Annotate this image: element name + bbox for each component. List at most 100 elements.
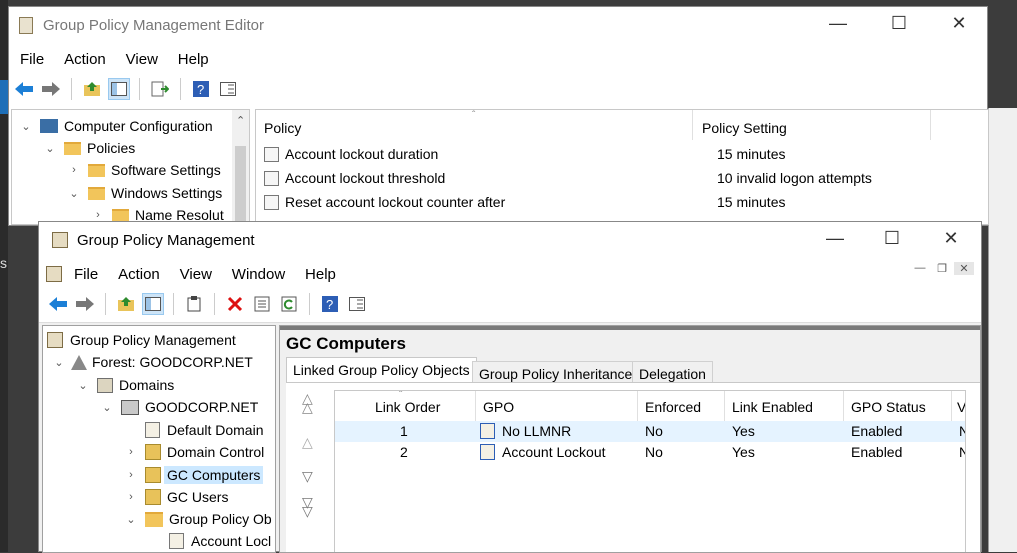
minimize-button[interactable]: — bbox=[815, 13, 861, 34]
gpme-tree-pane[interactable]: ⌄ Computer Configuration ⌄ Policies › So… bbox=[11, 109, 250, 225]
help-icon[interactable]: ? bbox=[319, 293, 341, 315]
move-bottom-icon[interactable]: ▽ ▽ bbox=[302, 495, 313, 518]
tree-item-label: Computer Configuration bbox=[64, 118, 213, 134]
tab-linked-gpos[interactable]: Linked Group Policy Objects bbox=[286, 357, 477, 383]
column-header-link-enabled[interactable]: Link Enabled bbox=[732, 399, 813, 415]
list-item[interactable]: Account lockout duration 15 minutes bbox=[264, 146, 974, 162]
background-fragment-text: s bbox=[0, 255, 7, 271]
tree-item-default-domain[interactable]: Default Domain bbox=[123, 422, 264, 438]
close-button[interactable]: ✕ bbox=[928, 228, 974, 249]
ou-icon bbox=[145, 467, 161, 483]
table-row[interactable]: 2 Account Lockout No Yes Enabled N bbox=[335, 442, 965, 463]
show-hide-tree-icon[interactable] bbox=[108, 78, 130, 100]
gpme-menubar: File Action View Help bbox=[20, 51, 225, 68]
mdi-minimize-button[interactable]: — bbox=[910, 262, 930, 275]
up-folder-icon[interactable] bbox=[81, 78, 103, 100]
maximize-button[interactable]: ☐ bbox=[869, 228, 915, 249]
chevron-right-icon[interactable]: › bbox=[123, 446, 139, 458]
minimize-button[interactable]: — bbox=[812, 228, 858, 249]
show-hide-tree-icon[interactable] bbox=[142, 293, 164, 315]
properties-icon[interactable] bbox=[346, 293, 368, 315]
tree-item-gc-users[interactable]: › GC Users bbox=[123, 489, 228, 505]
menu-view[interactable]: View bbox=[126, 51, 158, 68]
chevron-right-icon[interactable]: › bbox=[123, 469, 139, 481]
tree-item-account-lockout[interactable]: Account Locl bbox=[147, 533, 271, 549]
scroll-thumb[interactable] bbox=[235, 146, 246, 224]
tree-item-software-settings[interactable]: › Software Settings bbox=[66, 162, 221, 178]
column-header-policy-setting[interactable]: Policy Setting bbox=[702, 120, 787, 136]
chevron-right-icon[interactable]: › bbox=[90, 209, 106, 221]
menu-action[interactable]: Action bbox=[118, 266, 160, 283]
properties-doc-icon[interactable] bbox=[251, 293, 273, 315]
column-header-enforced[interactable]: Enforced bbox=[645, 399, 701, 415]
chevron-down-icon[interactable]: ⌄ bbox=[75, 379, 91, 392]
forward-arrow-icon[interactable] bbox=[74, 293, 96, 315]
scroll-up-icon[interactable]: ⌃ bbox=[236, 114, 245, 127]
menu-help[interactable]: Help bbox=[178, 51, 209, 68]
move-down-icon[interactable]: ▽ bbox=[302, 468, 313, 485]
gpme-list-pane: ˆ Policy Policy Setting Account lockout … bbox=[255, 109, 989, 225]
tree-item-group-policy-management[interactable]: Group Policy Management bbox=[47, 332, 236, 348]
back-arrow-icon[interactable] bbox=[47, 293, 69, 315]
policy-value: 10 invalid logon attempts bbox=[717, 170, 872, 186]
tree-item-label: Group Policy Ob bbox=[169, 511, 272, 527]
clipboard-icon[interactable] bbox=[183, 293, 205, 315]
mdi-restore-button[interactable]: ❐ bbox=[932, 262, 952, 275]
menu-file[interactable]: File bbox=[20, 51, 44, 68]
mdi-close-button[interactable]: ✕ bbox=[954, 262, 974, 275]
help-icon[interactable]: ? bbox=[190, 78, 212, 100]
tree-item-forest[interactable]: ⌄ Forest: GOODCORP.NET bbox=[51, 354, 252, 370]
tree-item-group-policy-objects[interactable]: ⌄ Group Policy Ob bbox=[123, 511, 272, 527]
export-list-icon[interactable] bbox=[149, 78, 171, 100]
tree-item-gc-computers[interactable]: › GC Computers bbox=[123, 466, 264, 484]
tree-item-domain-controllers[interactable]: › Domain Control bbox=[123, 444, 264, 460]
table-row[interactable]: 1 No LLMNR No Yes Enabled N bbox=[335, 421, 965, 442]
up-folder-icon[interactable] bbox=[115, 293, 137, 315]
delete-icon[interactable] bbox=[224, 293, 246, 315]
tree-scrollbar[interactable]: ⌃ bbox=[232, 110, 249, 224]
column-header-gpo-status[interactable]: GPO Status bbox=[851, 399, 926, 415]
menu-view[interactable]: View bbox=[180, 266, 212, 283]
chevron-down-icon[interactable]: ⌄ bbox=[18, 120, 34, 133]
tree-item-windows-settings[interactable]: ⌄ Windows Settings bbox=[66, 185, 222, 201]
move-up-icon[interactable]: △ bbox=[302, 434, 313, 451]
cell-link-enabled: Yes bbox=[732, 423, 755, 439]
gpme-window: Group Policy Management Editor — ☐ ✕ Fil… bbox=[8, 6, 989, 226]
chevron-down-icon[interactable]: ⌄ bbox=[99, 401, 115, 414]
back-arrow-icon[interactable] bbox=[13, 78, 35, 100]
column-header-gpo[interactable]: GPO bbox=[483, 399, 514, 415]
list-item[interactable]: Reset account lockout counter after 15 m… bbox=[264, 194, 974, 210]
tree-item-goodcorp-net[interactable]: ⌄ GOODCORP.NET bbox=[99, 399, 258, 415]
list-item[interactable]: Account lockout threshold 10 invalid log… bbox=[264, 170, 974, 186]
chevron-down-icon[interactable]: ⌄ bbox=[51, 356, 67, 369]
gpo-icon bbox=[169, 533, 184, 549]
tree-item-domains[interactable]: ⌄ Domains bbox=[75, 377, 174, 393]
tree-item-computer-configuration[interactable]: ⌄ Computer Configuration bbox=[18, 118, 213, 134]
chevron-right-icon[interactable]: › bbox=[123, 491, 139, 503]
gpm-tree-pane[interactable]: Group Policy Management ⌄ Forest: GOODCO… bbox=[42, 325, 276, 553]
menu-window[interactable]: Window bbox=[232, 266, 285, 283]
cell-gpo: Account Lockout bbox=[502, 444, 606, 460]
column-header-link-order[interactable]: Link Order bbox=[375, 399, 440, 415]
chevron-down-icon[interactable]: ⌄ bbox=[66, 187, 82, 200]
maximize-button[interactable]: ☐ bbox=[876, 13, 922, 34]
chevron-down-icon[interactable]: ⌄ bbox=[123, 513, 139, 526]
chevron-right-icon[interactable]: › bbox=[66, 164, 82, 176]
forward-arrow-icon[interactable] bbox=[40, 78, 62, 100]
menu-help[interactable]: Help bbox=[305, 266, 336, 283]
move-top-icon[interactable]: △ △ bbox=[302, 391, 313, 414]
menu-file[interactable]: File bbox=[74, 266, 98, 283]
column-header-wmi-filter[interactable]: V bbox=[957, 399, 965, 415]
chevron-down-icon[interactable]: ⌄ bbox=[42, 142, 58, 155]
tab-gp-inheritance[interactable]: Group Policy Inheritance bbox=[472, 361, 640, 383]
tree-item-policies[interactable]: ⌄ Policies bbox=[42, 140, 135, 156]
tab-delegation[interactable]: Delegation bbox=[632, 361, 713, 383]
properties-icon[interactable] bbox=[217, 78, 239, 100]
column-header-policy[interactable]: Policy bbox=[264, 120, 301, 136]
refresh-icon[interactable] bbox=[278, 293, 300, 315]
close-button[interactable]: ✕ bbox=[936, 13, 982, 34]
column-divider bbox=[843, 391, 844, 421]
menu-action[interactable]: Action bbox=[64, 51, 106, 68]
gpo-link-icon bbox=[480, 423, 495, 439]
policy-name: Reset account lockout counter after bbox=[285, 194, 506, 210]
